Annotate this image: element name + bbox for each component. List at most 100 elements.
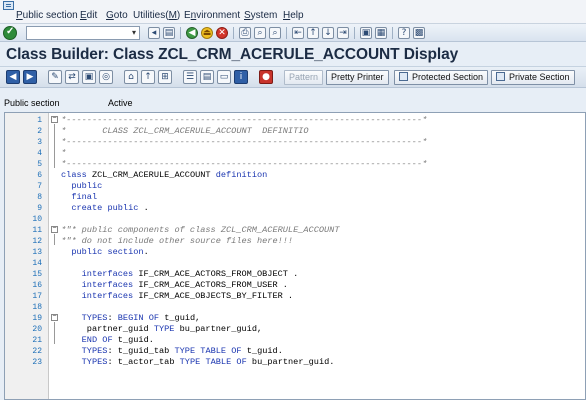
code-line[interactable]: 22 TYPES: t_guid_tab TYPE TABLE OF t_gui… [5, 346, 585, 357]
section-icon [399, 72, 408, 81]
code-line[interactable]: 21 END OF t_guid. [5, 335, 585, 346]
hierarchy-icon[interactable]: ⊞ [158, 70, 172, 84]
code-text: public [71, 181, 103, 191]
toolbar-separator [233, 27, 234, 39]
other-object-icon[interactable]: ⇄ [65, 70, 79, 84]
navigation-window-icon[interactable]: ▤ [200, 70, 214, 84]
save-icon[interactable]: ▤ [163, 27, 175, 39]
code-text: *"* do not include other source files he… [61, 236, 294, 246]
line-number: 6 [37, 171, 42, 180]
menu-utilities[interactable]: Utilities(M) [133, 10, 180, 21]
code-line[interactable]: 3 *--------------------------------------… [5, 137, 585, 148]
back-arrow-icon[interactable]: ◀ [6, 70, 20, 84]
code-text: * CLASS ZCL_CRM_ACERULE_ACCOUNT DEFINITI… [61, 126, 309, 136]
code-editor[interactable]: 1− *-------------------------------------… [4, 112, 586, 400]
layout-menu-icon[interactable]: ▩ [413, 27, 425, 39]
code-line[interactable]: 5 *--------------------------------------… [5, 159, 585, 170]
collapse-block-icon[interactable]: − [51, 314, 58, 321]
command-history-dropdown-icon[interactable]: ▾ [129, 27, 139, 39]
code-line[interactable]: 15 interfaces IF_CRM_ACE_ACTORS_FROM_OBJ… [5, 269, 585, 280]
find-next-icon[interactable]: ⌕ [269, 27, 281, 39]
code-line[interactable]: 1 − *-------------------------------------… [5, 115, 585, 126]
code-line[interactable]: 12 *"* do not include other source files … [5, 236, 585, 247]
code-line[interactable]: 11 − *"* public components of class ZCL_CR… [5, 225, 585, 236]
code-text: *---------------------------------------… [61, 115, 428, 125]
private-section-button[interactable]: Private Section [491, 70, 575, 85]
fold-guide [54, 322, 55, 344]
activation-status: Active [108, 98, 133, 108]
cancel-icon[interactable]: ✕ [216, 27, 228, 39]
menu-edit[interactable]: Edit [80, 10, 97, 21]
collapse-block-icon[interactable]: − [51, 116, 58, 123]
object-list-icon[interactable]: ☰ [183, 70, 197, 84]
check-icon[interactable]: ▣ [82, 70, 96, 84]
info-icon[interactable]: i [234, 70, 248, 84]
line-number: 4 [37, 149, 42, 158]
line-number: 12 [32, 237, 42, 246]
code-line[interactable]: 4 * [5, 148, 585, 159]
new-session-icon[interactable]: ▣ [360, 27, 372, 39]
line-number: 22 [32, 347, 42, 356]
code-line[interactable]: 6 class ZCL_CRM_ACERULE_ACCOUNT definitio… [5, 170, 585, 181]
find-icon[interactable]: ⌕ [254, 27, 266, 39]
where-used-icon[interactable]: ⌂ [124, 70, 138, 84]
code-line[interactable]: 13 public section. [5, 247, 585, 258]
code-text: TYPES: BEGIN OF t_guid, [81, 313, 201, 323]
pattern-button[interactable]: Pattern [284, 70, 324, 85]
previous-page-icon[interactable]: ↑ [307, 27, 319, 39]
code-line[interactable]: 18 [5, 302, 585, 313]
line-number: 18 [32, 303, 42, 312]
code-line[interactable]: 14 [5, 258, 585, 269]
activate-icon[interactable]: ◎ [99, 70, 113, 84]
code-text: class ZCL_CRM_ACERULE_ACCOUNT definition [61, 170, 268, 180]
help-icon[interactable]: ? [398, 27, 410, 39]
enter-checkmark-icon[interactable] [3, 26, 17, 40]
code-text: interfaces IF_CRM_ACE_ACTORS_FROM_OBJECT… [81, 269, 299, 279]
protected-section-button[interactable]: Protected Section [394, 70, 489, 85]
code-text: *---------------------------------------… [61, 137, 428, 147]
print-icon[interactable]: ⎙ [239, 27, 251, 39]
collapse-block-icon[interactable]: − [51, 226, 58, 233]
code-line[interactable]: 10 [5, 214, 585, 225]
code-line[interactable]: 7 public [5, 181, 585, 192]
code-line[interactable]: 23 TYPES: t_actor_tab TYPE TABLE OF bu_p… [5, 357, 585, 368]
code-line[interactable]: 8 final [5, 192, 585, 203]
fold-guide [54, 234, 55, 245]
code-text: * [61, 148, 67, 158]
code-text: public section. [71, 247, 149, 257]
exit-icon[interactable]: ⏏ [201, 27, 213, 39]
code-line[interactable]: 20 partner_guid TYPE bu_partner_guid, [5, 324, 585, 335]
breakpoint-icon[interactable]: ● [259, 70, 273, 84]
code-line[interactable]: 17 interfaces IF_CRM_ACE_OBJECTS_BY_FILT… [5, 291, 585, 302]
last-page-icon[interactable]: ⇥ [337, 27, 349, 39]
pretty-printer-button[interactable]: Pretty Printer [326, 70, 389, 85]
code-line[interactable]: 19 − TYPES: BEGIN OF t_guid, [5, 313, 585, 324]
menu-help[interactable]: Help [283, 10, 304, 21]
fullscreen-icon[interactable]: ▭ [217, 70, 231, 84]
code-text: TYPES: t_guid_tab TYPE TABLE OF t_guid. [81, 346, 283, 356]
back-icon[interactable]: ◀ [186, 27, 198, 39]
code-text: interfaces IF_CRM_ACE_OBJECTS_BY_FILTER … [81, 291, 294, 301]
command-field[interactable] [26, 26, 140, 40]
next-page-icon[interactable]: ↓ [322, 27, 334, 39]
forward-arrow-icon[interactable]: ▶ [23, 70, 37, 84]
up-arrow-icon[interactable]: ↑ [141, 70, 155, 84]
code-text: final [71, 192, 98, 202]
menu-system[interactable]: System [244, 10, 277, 21]
display-change-icon[interactable]: ✎ [48, 70, 62, 84]
line-number: 19 [32, 314, 42, 323]
section-status-strip: Public section Active [0, 96, 586, 110]
menu-environment[interactable]: Environment [184, 10, 240, 21]
toolbar-separator [286, 27, 287, 39]
first-page-icon[interactable]: ⇤ [292, 27, 304, 39]
code-line[interactable]: 16 interfaces IF_CRM_ACE_ACTORS_FROM_USE… [5, 280, 585, 291]
line-number: 7 [37, 182, 42, 191]
shortcut-icon[interactable]: ▦ [375, 27, 387, 39]
back-arrow-icon[interactable]: ◂ [148, 27, 160, 39]
menu-goto[interactable]: Goto [106, 10, 128, 21]
menu-public-section[interactable]: Public section [16, 10, 78, 21]
code-line[interactable]: 9 create public . [5, 203, 585, 214]
code-line[interactable]: 2 * CLASS ZCL_CRM_ACERULE_ACCOUNT DEFINIT… [5, 126, 585, 137]
system-menu-icon[interactable] [3, 1, 14, 10]
code-text: partner_guid TYPE bu_partner_guid, [61, 324, 263, 334]
